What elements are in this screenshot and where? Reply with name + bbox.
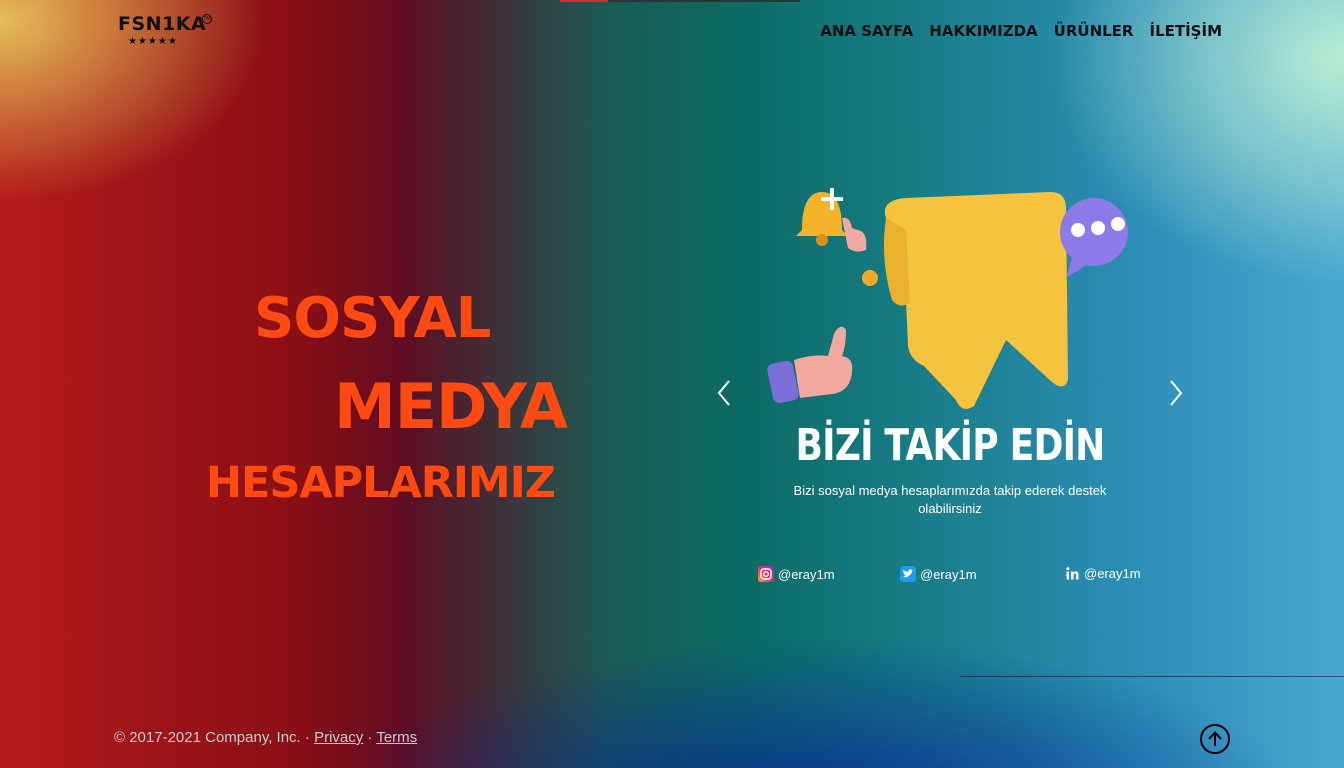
back-to-top-button[interactable] [1200, 724, 1230, 754]
linkedin-handle: @eray1m [1084, 565, 1141, 581]
instagram-handle: @eray1m [778, 566, 835, 582]
nav-link-about[interactable]: HAKKIMIZDA [929, 22, 1037, 40]
chevron-left-icon [717, 380, 730, 406]
social-carousel: BİZİ TAKİP EDİN Bizi sosyal medya hesapl… [700, 170, 1200, 610]
hero-heading-line-2: MEDYA [334, 370, 568, 443]
carousel-title: BİZİ TAKİP EDİN [795, 420, 1105, 471]
thumbs-up-icon [767, 326, 853, 404]
hero-heading-line-1: SOSYAL [254, 286, 491, 351]
logo-text: FSN1KA [118, 13, 207, 35]
nav-link-products[interactable]: ÜRÜNLER [1054, 22, 1134, 40]
top-progress-fill [560, 0, 608, 2]
main-nav: ANA SAYFA HAKKIMIZDA ÜRÜNLER İLETİŞİM [820, 22, 1222, 40]
nav-link-home[interactable]: ANA SAYFA [820, 22, 913, 40]
brand-logo[interactable]: FSN1KA TM ★★★★★ [118, 14, 214, 50]
logo-stars: ★★★★★ [128, 36, 178, 47]
copyright-text: © 2017-2021 Company, Inc. · [114, 729, 310, 746]
bookmark-icon [862, 192, 1068, 409]
footer-divider [960, 676, 1344, 677]
terms-link[interactable]: Terms [376, 729, 417, 746]
carousel-subtitle: Bizi sosyal medya hesaplarımızda takip e… [793, 483, 1107, 516]
footer-text: © 2017-2021 Company, Inc. · Privacy · Te… [114, 729, 417, 746]
bell-icon [796, 188, 848, 246]
privacy-link[interactable]: Privacy [314, 729, 363, 746]
chevron-right-icon [1170, 380, 1183, 406]
hero-heading-line-3: HESAPLARIMIZ [206, 458, 556, 508]
footer-separator: · [367, 729, 373, 746]
twitter-link[interactable]: @eray1m [900, 566, 977, 582]
linkedin-icon [1064, 565, 1080, 581]
twitter-handle: @eray1m [920, 566, 977, 582]
follow-us-illustration [767, 188, 1128, 409]
nav-link-contact[interactable]: İLETİŞİM [1149, 22, 1222, 40]
instagram-icon [758, 566, 774, 582]
arrow-up-icon [1208, 731, 1222, 746]
twitter-icon [900, 566, 916, 582]
trademark-mark: TM [202, 14, 212, 24]
linkedin-link[interactable]: @eray1m [1064, 565, 1141, 581]
chat-bubble-icon [1060, 198, 1128, 278]
pointing-hand-icon [842, 217, 867, 252]
top-progress-strip [560, 0, 800, 2]
instagram-link[interactable]: @eray1m [758, 566, 835, 582]
carousel-prev-button[interactable] [714, 378, 734, 408]
carousel-next-button[interactable] [1166, 378, 1186, 408]
